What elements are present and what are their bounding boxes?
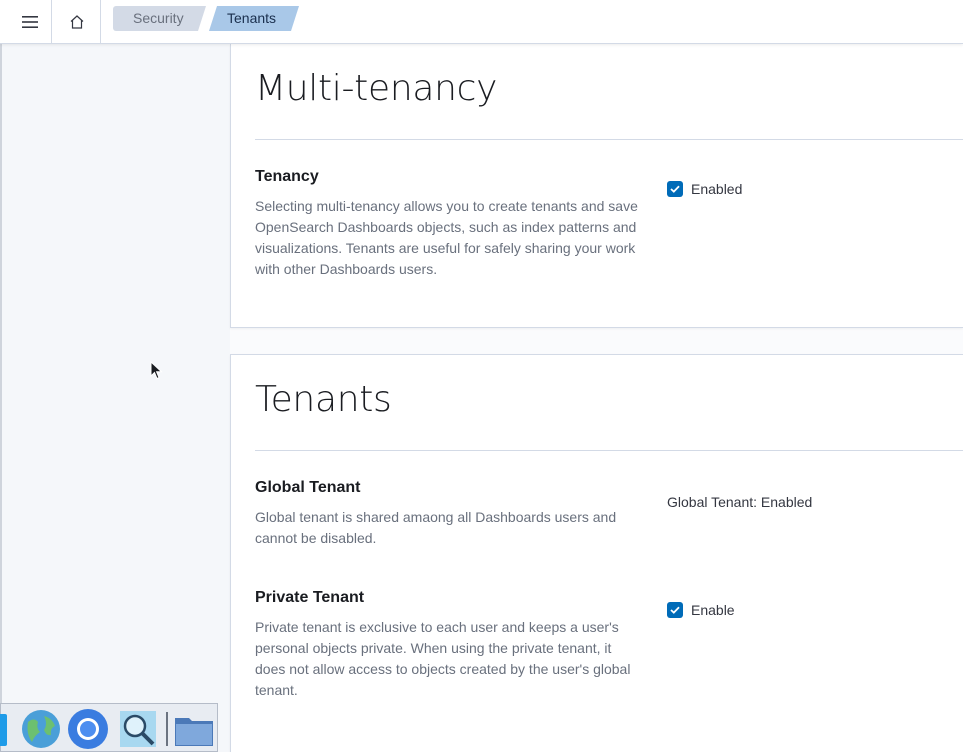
global-tenant-label: Global Tenant — [255, 479, 361, 496]
tenants-panel: Tenants Global Tenant Global tenant is s… — [230, 354, 963, 752]
private-tenant-checkbox-label[interactable]: Enable — [691, 602, 735, 618]
multitenancy-title: Multi-tenancy — [255, 68, 498, 109]
checkmark-icon — [670, 606, 680, 614]
mouse-cursor-icon — [150, 361, 163, 380]
checkmark-icon — [670, 185, 680, 193]
hamburger-icon — [21, 16, 38, 28]
taskbar — [0, 703, 218, 752]
left-panel — [0, 44, 230, 752]
search-icon[interactable] — [117, 708, 159, 750]
tenancy-checkbox-label[interactable]: Enabled — [691, 181, 742, 197]
start-icon[interactable] — [0, 708, 11, 750]
chromium-icon[interactable] — [67, 708, 109, 750]
private-tenant-description: Private tenant is exclusive to each user… — [255, 619, 631, 698]
tenancy-description: Selecting multi-tenancy allows you to cr… — [255, 198, 638, 277]
private-tenant-checkbox[interactable] — [667, 602, 683, 618]
global-tenant-description: Global tenant is shared amaong all Dashb… — [255, 509, 617, 546]
tenancy-label: Tenancy — [255, 168, 319, 185]
private-tenant-label: Private Tenant — [255, 589, 365, 606]
tenancy-checkbox[interactable] — [667, 181, 683, 197]
tenants-title: Tenants — [255, 379, 392, 420]
globe-icon[interactable] — [20, 708, 62, 750]
global-tenant-status: Global Tenant: Enabled — [667, 494, 813, 510]
multitenancy-panel: Multi-tenancy Tenancy Selecting multi-te… — [230, 44, 963, 328]
home-button[interactable] — [53, 0, 101, 44]
divider — [255, 450, 963, 451]
menu-button[interactable] — [8, 0, 52, 44]
divider — [255, 139, 963, 140]
breadcrumb: Security Tenants — [113, 6, 299, 31]
top-header: Security Tenants — [0, 0, 963, 44]
taskbar-separator — [166, 712, 168, 746]
breadcrumb-tenants: Tenants — [209, 6, 299, 31]
home-icon — [70, 15, 83, 29]
breadcrumb-security[interactable]: Security — [113, 6, 206, 31]
folder-icon[interactable] — [173, 708, 215, 750]
